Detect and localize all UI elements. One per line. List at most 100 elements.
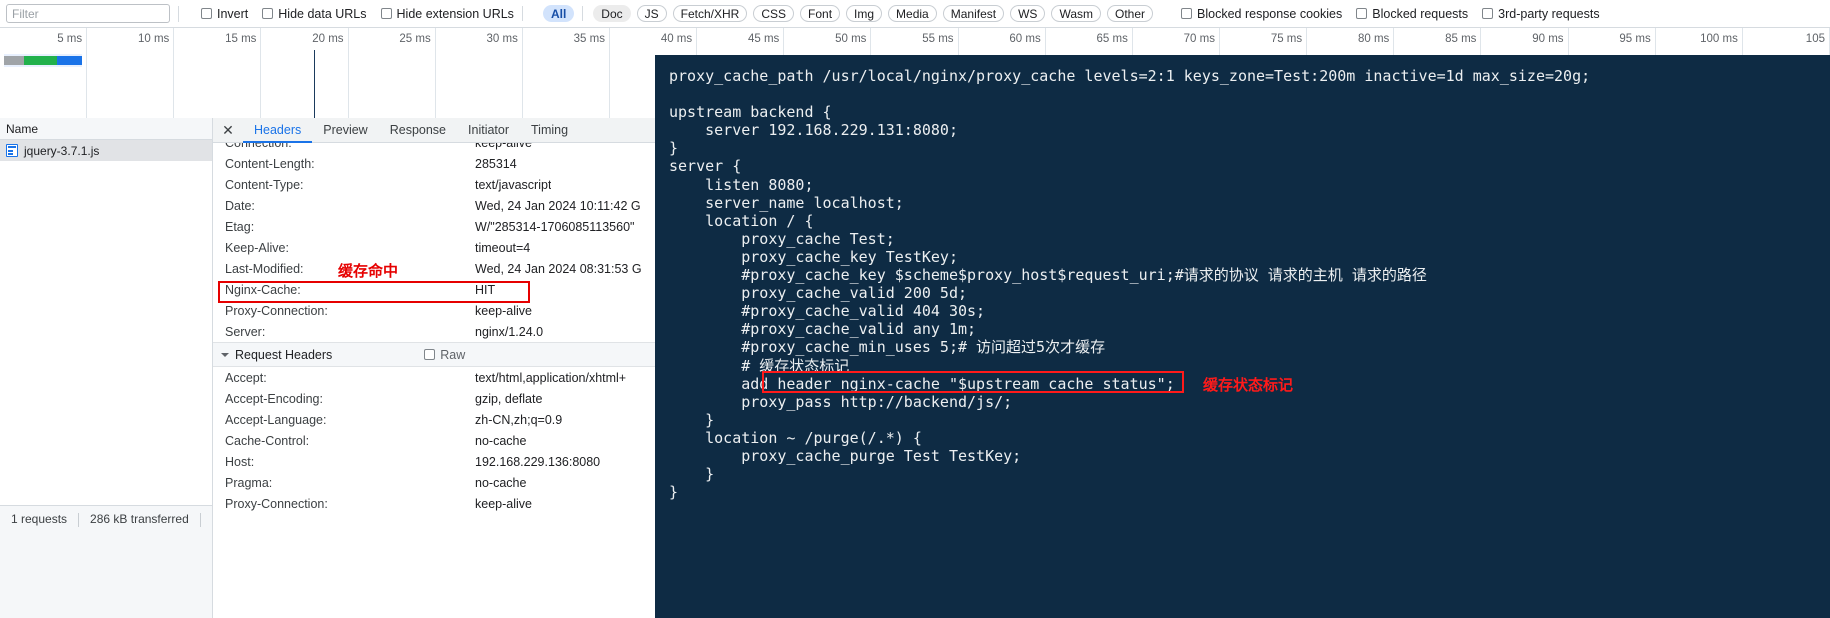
- timeline-tick-0: 5 ms: [0, 28, 88, 118]
- filter-checkbox-group: Invert Hide data URLs Hide extension URLs: [187, 7, 514, 21]
- toolbar-divider-2: [521, 6, 523, 21]
- response-header-row[interactable]: Content-Length: 285314: [213, 153, 655, 174]
- request-header-key: Accept-Language:: [225, 412, 327, 427]
- checkbox-label: 3rd-party requests: [1498, 6, 1600, 21]
- checkbox-box[interactable]: [380, 8, 392, 19]
- type-chip-ws[interactable]: WS: [1010, 5, 1046, 22]
- request-headers-section-bar[interactable]: Request Headers Raw: [213, 342, 655, 367]
- timeline-tick-1: 10 ms: [87, 28, 175, 118]
- timeline-tick-label: 80 ms: [1357, 33, 1390, 45]
- response-header-key: Content-Type:: [225, 177, 304, 192]
- type-chip-media[interactable]: Media: [888, 5, 937, 22]
- checkbox-label: Blocked response cookies: [1197, 6, 1343, 21]
- checkbox-box[interactable]: [262, 8, 274, 19]
- response-header-row[interactable]: Server: nginx/1.24.0: [213, 321, 655, 342]
- type-chip-other[interactable]: Other: [1107, 5, 1154, 22]
- response-header-row[interactable]: Last-Modified: Wed, 24 Jan 2024 08:31:53 …: [213, 258, 655, 279]
- checkbox-box[interactable]: [1356, 8, 1368, 19]
- response-header-key: Nginx-Cache:: [225, 282, 301, 297]
- tab-headers[interactable]: Headers: [243, 118, 313, 143]
- type-chip-img[interactable]: Img: [846, 5, 883, 22]
- resource-type-chip-group: All Doc JS Fetch/XHR CSS Font Img Media Manifest…: [537, 5, 1154, 22]
- checkbox-label: Blocked requests: [1372, 6, 1469, 21]
- checkbox-hide-extension-urls[interactable]: Hide extension URLs: [380, 7, 514, 21]
- code-line-18: proxy_pass http://backend/js/;: [669, 392, 1013, 411]
- waterfall-bar-row: [4, 54, 82, 67]
- response-header-value: Wed, 24 Jan 2024 08:31:53 G: [475, 261, 642, 276]
- type-chip-manifest[interactable]: Manifest: [942, 5, 1005, 22]
- timeline-tick-3: 20 ms: [261, 28, 349, 118]
- timeline-tick-label: 50 ms: [835, 33, 867, 45]
- request-header-row[interactable]: Pragma: no-cache: [213, 472, 655, 493]
- request-headers-title: Request Headers: [235, 347, 333, 362]
- response-header-row[interactable]: Connection:keep-alive: [213, 143, 655, 153]
- response-header-value: Wed, 24 Jan 2024 10:11:42 G: [475, 198, 641, 213]
- checkbox-blocked-response-cookies[interactable]: Blocked response cookies: [1181, 7, 1342, 21]
- timeline-tick-label: 30 ms: [486, 33, 518, 45]
- tab-response[interactable]: Response: [379, 118, 457, 143]
- response-header-row[interactable]: Etag: W/"285314-1706085113560": [213, 216, 655, 237]
- column-header-name[interactable]: Name: [6, 122, 38, 136]
- type-chip-font[interactable]: Font: [800, 5, 841, 22]
- tab-timing[interactable]: Timing: [520, 118, 579, 143]
- tab-initiator[interactable]: Initiator: [457, 118, 520, 143]
- timeline-tick-2: 15 ms: [174, 28, 262, 118]
- request-header-row[interactable]: Accept-Language: zh-CN,zh;q=0.9: [213, 409, 655, 430]
- raw-toggle[interactable]: Raw: [424, 348, 465, 362]
- tab-preview[interactable]: Preview: [312, 118, 378, 143]
- code-line-4: }: [669, 139, 679, 158]
- timeline-tick-label: 105: [1805, 33, 1825, 45]
- headers-scroll-area[interactable]: Connection:keep-aliveContent-Length:2853…: [213, 143, 655, 618]
- checkbox-box[interactable]: [1482, 8, 1494, 19]
- checkbox-invert[interactable]: Invert: [201, 7, 248, 21]
- request-header-row[interactable]: Accept-Encoding: gzip, deflate: [213, 388, 655, 409]
- checkbox-label: Hide data URLs: [278, 6, 367, 21]
- nginx-config-lines: proxy_cache_path /usr/local/nginx/proxy_…: [669, 67, 1830, 501]
- cache-status-annotation-text: 缓存状态标记: [1203, 376, 1294, 394]
- timeline-cursor[interactable]: [314, 50, 315, 118]
- close-icon[interactable]: ✕: [213, 118, 243, 143]
- nginx-config-code-panel: proxy_cache_path /usr/local/nginx/proxy_…: [655, 55, 1830, 618]
- timeline-tick-label: 75 ms: [1270, 33, 1303, 45]
- response-header-value: W/"285314-1706085113560": [475, 219, 635, 234]
- response-header-value: timeout=4: [475, 240, 531, 255]
- response-header-row[interactable]: Keep-Alive: timeout=4: [213, 237, 655, 258]
- checkbox-3rd-party-requests[interactable]: 3rd-party requests: [1482, 6, 1600, 21]
- code-line-0: proxy_cache_path /usr/local/nginx/proxy_…: [669, 67, 1591, 85]
- response-header-row[interactable]: Nginx-Cache: HIT: [213, 279, 655, 300]
- checkbox-box[interactable]: [1181, 8, 1193, 19]
- chevron-down-icon[interactable]: [221, 352, 229, 357]
- code-line-15: #proxy_cache_min_uses 5;# 访问超过5次才缓存: [669, 338, 1106, 357]
- timeline-tick-label: 65 ms: [1096, 33, 1128, 45]
- timeline-tick-label: 40 ms: [660, 33, 693, 45]
- response-header-value: 285314: [475, 156, 517, 171]
- response-header-row[interactable]: Date: Wed, 24 Jan 2024 10:11:42 G: [213, 195, 655, 216]
- type-chip-wasm[interactable]: Wasm: [1051, 5, 1101, 22]
- waterfall-segment-queueing: [4, 56, 25, 65]
- type-chip-doc[interactable]: Doc: [593, 5, 631, 22]
- request-header-key: Accept-Encoding:: [225, 391, 323, 406]
- request-header-row[interactable]: Proxy-Connection: keep-alive: [213, 493, 655, 514]
- request-header-row[interactable]: Host: 192.168.229.136:8080: [213, 451, 655, 472]
- checkbox-box[interactable]: [201, 8, 212, 19]
- request-header-row[interactable]: Accept: text/html,application/xhtml+: [213, 367, 655, 388]
- timeline-tick-label: 35 ms: [573, 33, 605, 45]
- response-header-value: HIT: [475, 282, 496, 297]
- timeline-tick-6: 35 ms: [523, 28, 610, 118]
- timeline-tick-label: 20 ms: [312, 33, 344, 45]
- type-chip-js[interactable]: JS: [636, 5, 667, 22]
- filter-input[interactable]: [6, 4, 170, 23]
- raw-checkbox[interactable]: [424, 349, 436, 360]
- checkbox-blocked-requests[interactable]: Blocked requests: [1356, 7, 1468, 21]
- response-header-row[interactable]: Content-Type: text/javascript: [213, 174, 655, 195]
- type-chip-css[interactable]: CSS: [753, 5, 795, 22]
- type-chip-fetch-xhr[interactable]: Fetch/XHR: [672, 5, 748, 22]
- status-transferred-size: 286 kB transferred: [90, 512, 189, 526]
- request-header-row[interactable]: Cache-Control: no-cache: [213, 430, 655, 451]
- checkbox-hide-data-urls[interactable]: Hide data URLs: [262, 6, 367, 21]
- request-details-panel: ✕ Headers Preview Response Initiator Timing …: [212, 118, 655, 618]
- type-chip-all[interactable]: All: [542, 5, 575, 22]
- code-line-20: location ~ /purge(/.*) {: [669, 428, 922, 447]
- code-line-23: }: [669, 483, 679, 502]
- response-header-row[interactable]: Proxy-Connection: keep-alive: [213, 300, 655, 321]
